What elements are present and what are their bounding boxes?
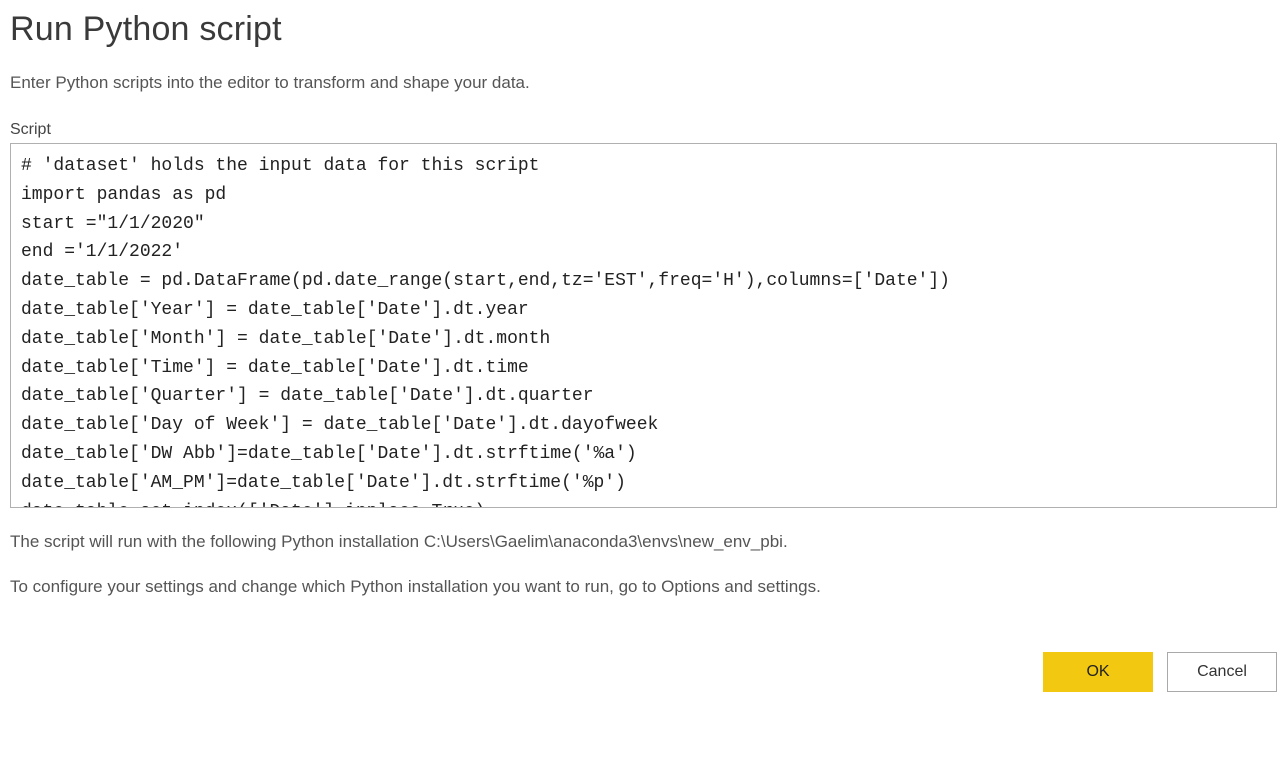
cancel-button[interactable]: Cancel xyxy=(1167,652,1277,692)
script-container xyxy=(10,143,1277,513)
dialog-subtitle: Enter Python scripts into the editor to … xyxy=(10,73,1277,93)
python-install-path-info: The script will run with the following P… xyxy=(10,527,1277,558)
script-label: Script xyxy=(10,121,1277,139)
dialog-button-row: OK Cancel xyxy=(10,652,1277,692)
python-config-hint: To configure your settings and change wh… xyxy=(10,572,1277,603)
ok-button[interactable]: OK xyxy=(1043,652,1153,692)
dialog-title: Run Python script xyxy=(10,10,1277,49)
python-script-editor[interactable] xyxy=(10,143,1277,508)
